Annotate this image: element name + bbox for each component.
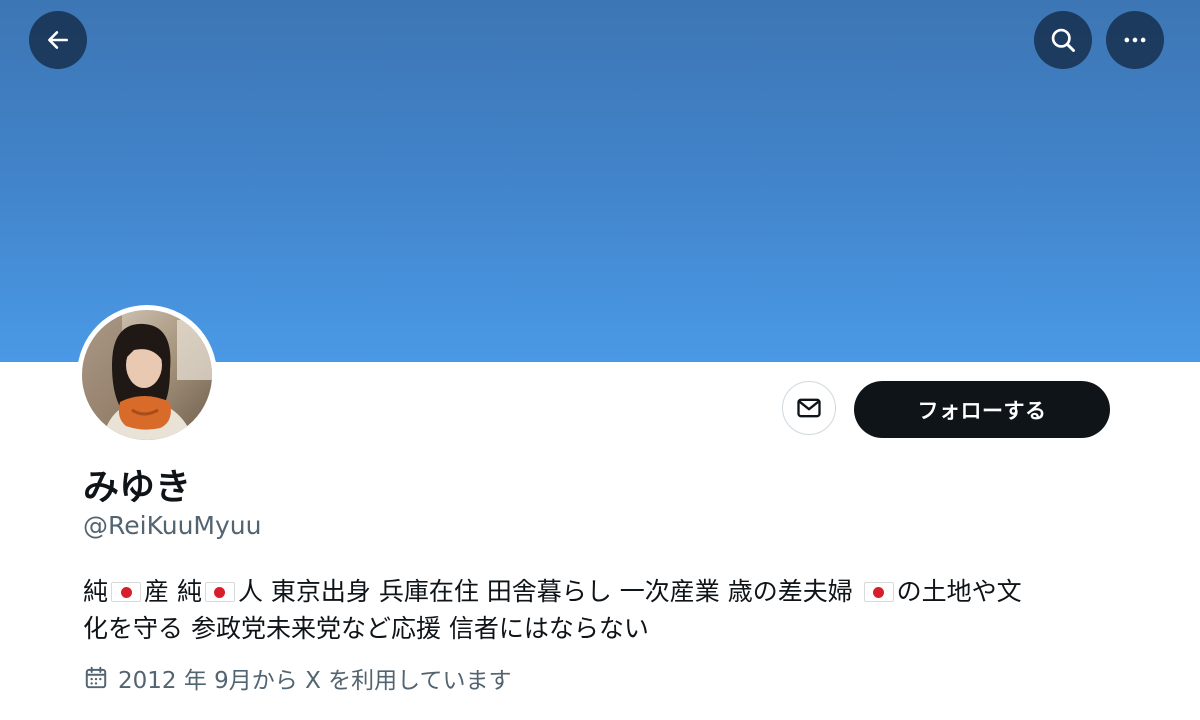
bio-text: の土地や文 xyxy=(896,577,1022,606)
join-date-text: 2012 年 9月から X を利用しています xyxy=(118,668,512,694)
message-button[interactable] xyxy=(782,381,836,435)
profile-bio: 純 産 純 人 東京出身 兵庫在住 田舎暮らし 一次産業 歳の差夫婦 の土地や文 化… xyxy=(83,573,1133,647)
join-date: 2012 年 9月から X を利用しています xyxy=(83,661,511,695)
display-name: みゆき xyxy=(83,467,192,508)
calendar-icon xyxy=(83,665,109,691)
more-options-button[interactable] xyxy=(1106,11,1164,69)
search-icon xyxy=(1051,28,1075,52)
mail-icon xyxy=(797,398,821,418)
arrow-left-icon xyxy=(48,31,68,49)
avatar[interactable] xyxy=(77,305,217,445)
more-horizontal-icon xyxy=(1124,37,1146,43)
profile-page: フォローする みゆき @ReiKuuMyuu 純 産 純 人 東京出身 兵庫在住 田… xyxy=(0,0,1200,720)
japan-flag-icon xyxy=(863,582,894,602)
user-handle: @ReiKuuMyuu xyxy=(83,511,262,540)
bio-text: 産 純 xyxy=(144,577,202,606)
bio-text: 純 xyxy=(83,577,109,606)
follow-button[interactable]: フォローする xyxy=(854,381,1110,438)
bio-line-1: 純 産 純 人 東京出身 兵庫在住 田舎暮らし 一次産業 歳の差夫婦 の土地や文 xyxy=(83,573,1133,610)
bio-line-2: 化を守る 参政党未来党など応援 信者にはならない xyxy=(83,614,649,643)
bio-text: 人 東京出身 兵庫在住 田舎暮らし 一次産業 歳の差夫婦 xyxy=(237,577,861,606)
search-button[interactable] xyxy=(1034,11,1092,69)
japan-flag-icon xyxy=(204,582,235,602)
back-button[interactable] xyxy=(29,11,87,69)
japan-flag-icon xyxy=(111,582,142,602)
avatar-photo xyxy=(82,310,212,440)
profile-banner[interactable] xyxy=(0,0,1200,362)
